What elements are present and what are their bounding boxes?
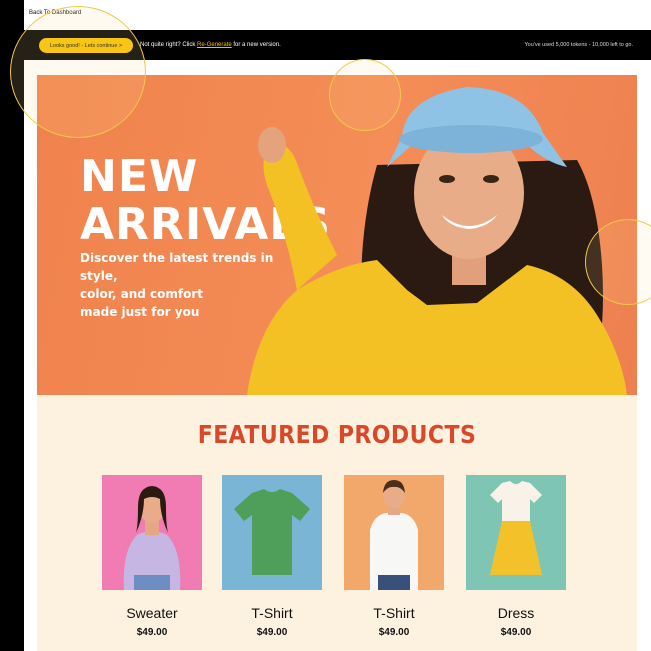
app-frame: Back To Dashboard Looks good! - Lets con… bbox=[24, 0, 651, 651]
product-name: T-Shirt bbox=[373, 605, 415, 621]
product-card-dress[interactable]: Dress $49.00 bbox=[466, 475, 568, 638]
product-price: $49.00 bbox=[256, 627, 288, 638]
top-bar: Back To Dashboard bbox=[24, 0, 651, 30]
back-to-dashboard-link[interactable]: Back To Dashboard bbox=[29, 10, 81, 16]
product-price: $49.00 bbox=[136, 627, 168, 638]
product-image-dress bbox=[466, 475, 566, 590]
product-price: $49.00 bbox=[378, 627, 410, 638]
featured-products-title: FEATURED PRODUCTS bbox=[197, 420, 477, 449]
hero-banner: NEW ARRIVALS Discover the latest trends … bbox=[37, 75, 637, 395]
regenerate-prompt-suffix: for a new version. bbox=[231, 42, 281, 48]
regenerate-prompt-text: Not quite right? Click bbox=[140, 42, 198, 48]
product-card-sweater[interactable]: Sweater $49.00 bbox=[102, 475, 204, 638]
featured-products-section: FEATURED PRODUCTS Sweater $49.00 T-Shirt… bbox=[37, 395, 637, 651]
product-card-tshirt-green[interactable]: T-Shirt $49.00 bbox=[222, 475, 324, 638]
regenerate-link[interactable]: Re-Generate bbox=[197, 42, 232, 48]
regenerate-prompt: Not quite right? Click Re-Generate for a… bbox=[140, 42, 281, 48]
product-image-tshirt-white bbox=[344, 475, 444, 590]
product-name: Dress bbox=[497, 605, 535, 621]
product-name: Sweater bbox=[126, 605, 178, 621]
continue-button[interactable]: Looks good! - Lets continue > bbox=[39, 38, 133, 53]
generated-page-preview: NEW ARRIVALS Discover the latest trends … bbox=[37, 75, 637, 651]
product-image-tshirt-green bbox=[222, 475, 322, 590]
hero-model-image bbox=[247, 87, 627, 395]
token-usage-text: You've used 5,000 tokens - 10,000 left t… bbox=[524, 42, 633, 48]
generation-action-bar: Looks good! - Lets continue > Not quite … bbox=[24, 30, 651, 60]
product-card-tshirt-white[interactable]: T-Shirt $49.00 bbox=[344, 475, 446, 638]
product-price: $49.00 bbox=[500, 627, 532, 638]
product-name: T-Shirt bbox=[251, 605, 293, 621]
product-image-sweater bbox=[102, 475, 202, 590]
